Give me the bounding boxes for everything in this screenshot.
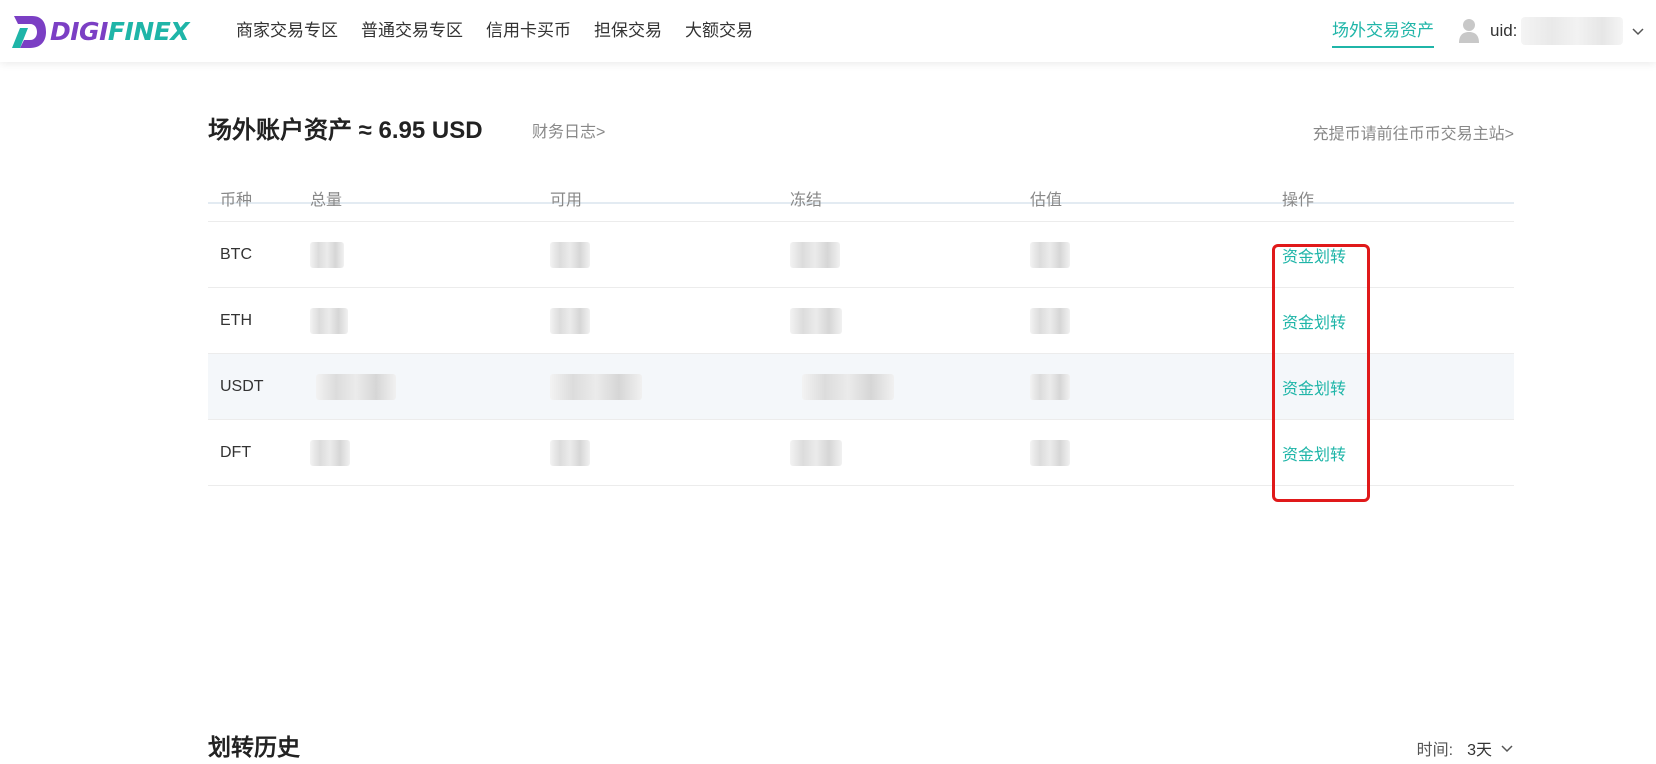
uid-label: uid: <box>1490 21 1518 40</box>
available-cell-redacted <box>550 307 790 334</box>
time-range-value: 3天 <box>1467 742 1492 759</box>
action-cell: 资金划转 <box>1270 375 1514 399</box>
main-nav: 商家交易专区 普通交易专区 信用卡买币 担保交易 大额交易 <box>236 18 776 44</box>
top-navbar: DIGIFINEX 商家交易专区 普通交易专区 信用卡买币 担保交易 大额交易 … <box>0 0 1656 62</box>
valuation-cell-redacted <box>1030 373 1270 400</box>
table-row: ETH 资金划转 <box>208 288 1514 354</box>
assets-header: 场外账户资产 ≈ 6.95 USD 财务日志> 充提币请前往币币交易主站> <box>208 110 1514 204</box>
frozen-cell-redacted <box>790 241 1030 268</box>
assets-table: 币种 总量 可用 冻结 估值 操作 BTC 资金划转 ETH 资金划转 USDT <box>208 174 1514 486</box>
frozen-cell-redacted <box>790 307 1030 334</box>
coin-cell: BTC <box>220 245 252 263</box>
uid-value-redacted <box>1521 17 1624 45</box>
chevron-down-icon <box>1632 28 1644 36</box>
nav-item-normal-zone[interactable]: 普通交易专区 <box>361 18 463 44</box>
action-cell: 资金划转 <box>1270 309 1514 333</box>
user-menu[interactable]: uid: <box>1458 16 1645 46</box>
total-cell-redacted <box>310 241 550 268</box>
available-cell-redacted <box>550 373 790 400</box>
table-row: DFT 资金划转 <box>208 420 1514 486</box>
transfer-history-title: 划转历史 <box>208 734 300 760</box>
column-header-valuation: 估值 <box>1030 191 1063 209</box>
frozen-cell-redacted <box>790 373 1030 400</box>
nav-item-escrow[interactable]: 担保交易 <box>594 18 662 44</box>
column-header-action: 操作 <box>1282 191 1315 209</box>
table-row: USDT 资金划转 <box>208 354 1514 420</box>
available-cell-redacted <box>550 241 790 268</box>
total-cell-redacted <box>310 307 550 334</box>
time-range-select[interactable]: 时间: 3天 <box>1417 736 1514 760</box>
coin-cell: DFT <box>220 443 252 461</box>
coin-cell: USDT <box>220 377 264 395</box>
user-avatar-icon <box>1459 19 1479 43</box>
digifinex-logo[interactable]: DIGIFINEX <box>10 14 190 50</box>
column-header-total: 总量 <box>310 191 343 209</box>
financial-log-link[interactable]: 财务日志> <box>532 118 605 142</box>
action-cell: 资金划转 <box>1270 441 1514 465</box>
time-range-label: 时间: <box>1416 742 1454 759</box>
nav-item-credit-card[interactable]: 信用卡买币 <box>486 18 571 44</box>
logo-mark-icon <box>12 16 46 48</box>
frozen-cell-redacted <box>790 439 1030 466</box>
coin-cell: ETH <box>220 311 252 329</box>
action-cell: 资金划转 <box>1270 243 1514 267</box>
fund-transfer-link[interactable]: 资金划转 <box>1282 441 1346 465</box>
fund-transfer-link[interactable]: 资金划转 <box>1282 375 1346 399</box>
total-cell-redacted <box>310 373 550 400</box>
table-header: 币种 总量 可用 冻结 估值 操作 <box>208 174 1514 222</box>
fund-transfer-link[interactable]: 资金划转 <box>1282 309 1346 333</box>
deposit-withdraw-link[interactable]: 充提币请前往币币交易主站> <box>1313 120 1514 144</box>
page-title: 场外账户资产 ≈ 6.95 USD <box>208 117 483 144</box>
valuation-cell-redacted <box>1030 307 1270 334</box>
table-row: BTC 资金划转 <box>208 222 1514 288</box>
available-cell-redacted <box>550 439 790 466</box>
logo-text: DIGIFINEX <box>50 17 190 46</box>
nav-right: 场外交易资产 <box>1332 18 1434 50</box>
total-cell-redacted <box>310 439 550 466</box>
fund-transfer-link[interactable]: 资金划转 <box>1282 243 1346 267</box>
valuation-cell-redacted <box>1030 241 1270 268</box>
nav-item-merchant-zone[interactable]: 商家交易专区 <box>236 18 338 44</box>
column-header-coin: 币种 <box>220 191 253 209</box>
valuation-cell-redacted <box>1030 439 1270 466</box>
column-header-available: 可用 <box>550 191 583 209</box>
nav-item-otc-assets[interactable]: 场外交易资产 <box>1332 18 1434 48</box>
nav-item-large-trade[interactable]: 大额交易 <box>685 18 753 44</box>
chevron-down-icon <box>1501 745 1513 753</box>
column-header-frozen: 冻结 <box>790 191 823 209</box>
